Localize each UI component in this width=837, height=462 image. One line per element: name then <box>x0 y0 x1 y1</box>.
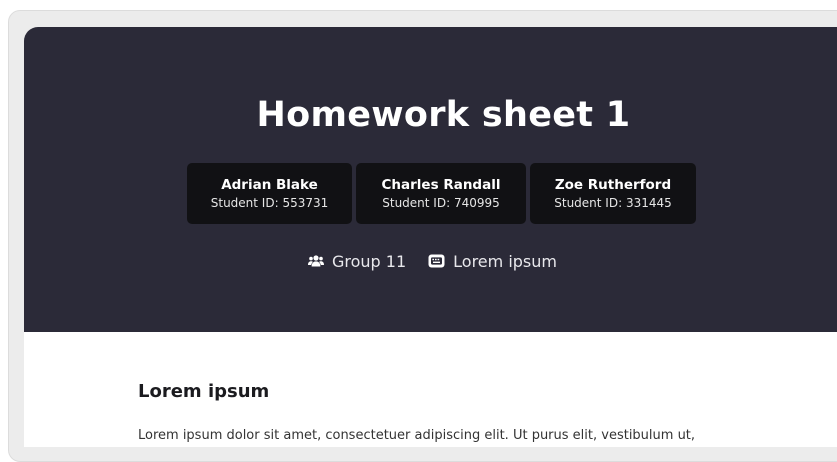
document-page: Homework sheet 1 Adrian Blake Student ID… <box>24 27 837 447</box>
section-paragraph: Lorem ipsum dolor sit amet, consectetuer… <box>138 428 696 443</box>
student-card: Zoe Rutherford Student ID: 331445 <box>530 163 696 224</box>
course-info: Lorem ipsum <box>428 252 557 271</box>
keyboard-icon <box>428 254 445 268</box>
student-name: Charles Randall <box>381 176 501 193</box>
student-list: Adrian Blake Student ID: 553731 Charles … <box>187 163 696 224</box>
group-label: Group 11 <box>332 251 407 271</box>
student-id: Student ID: 740995 <box>382 195 500 210</box>
page-title: Homework sheet 1 <box>256 95 631 135</box>
title-banner: Homework sheet 1 Adrian Blake Student ID… <box>24 27 837 332</box>
group-info: Group 11 <box>308 252 406 271</box>
users-icon <box>308 254 324 268</box>
window-frame: Homework sheet 1 Adrian Blake Student ID… <box>8 10 837 462</box>
student-id: Student ID: 331445 <box>554 195 672 210</box>
meta-row: Group 11 Lorem ipsum <box>308 249 557 273</box>
student-name: Zoe Rutherford <box>554 176 672 193</box>
student-id: Student ID: 553731 <box>210 195 329 210</box>
student-card: Charles Randall Student ID: 740995 <box>356 163 526 224</box>
student-card: Adrian Blake Student ID: 553731 <box>187 163 352 224</box>
section-heading: Lorem ipsum <box>138 381 270 402</box>
student-name: Adrian Blake <box>221 176 318 193</box>
course-label: Lorem ipsum <box>453 251 557 271</box>
